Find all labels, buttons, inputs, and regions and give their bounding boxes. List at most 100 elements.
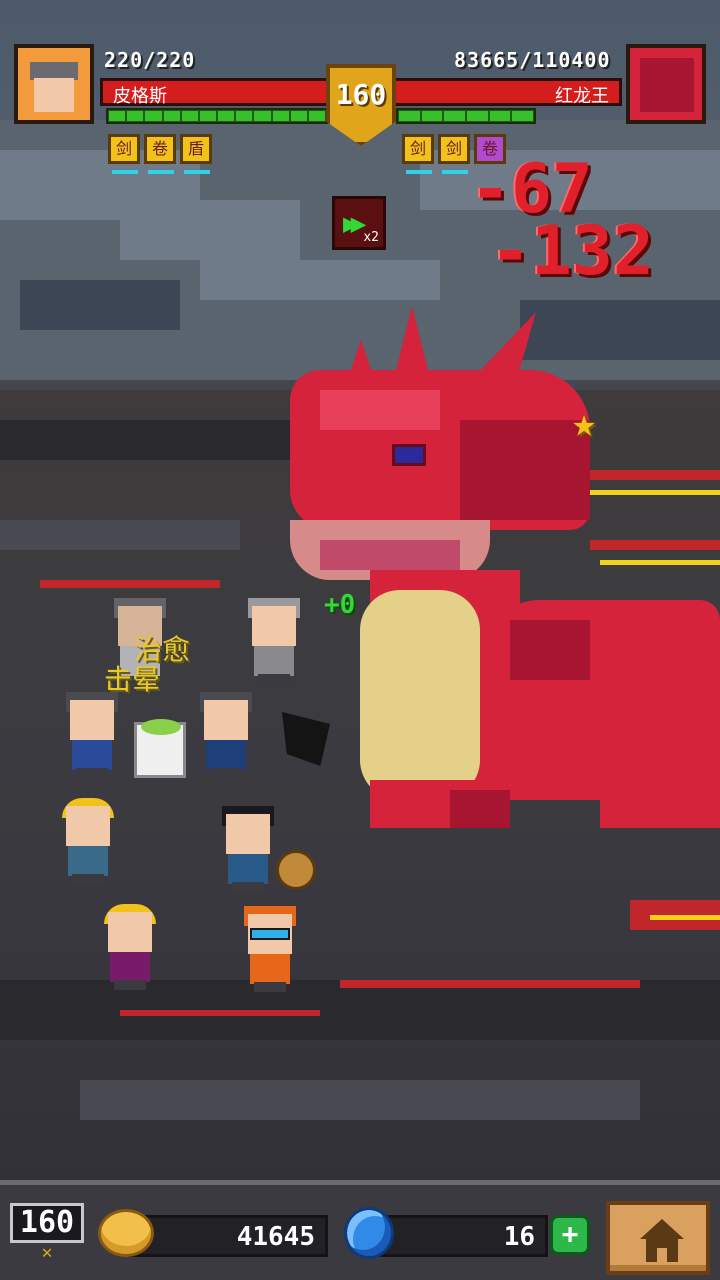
boss-name: 红龙王	[555, 86, 609, 107]
bucket-contents	[141, 719, 181, 735]
energy-segment	[290, 111, 307, 121]
dragon-head-highlight	[320, 390, 440, 430]
hero-armor	[254, 646, 294, 676]
damage-number: -132	[490, 212, 654, 291]
lava-streak	[650, 915, 720, 920]
hero-body	[228, 854, 268, 884]
coin-counter: 41645	[128, 1215, 328, 1257]
dragon-claw	[450, 790, 510, 828]
gold-coin-icon	[98, 1209, 154, 1257]
speed-toggle-button[interactable]: ▶▶ x2	[332, 196, 386, 250]
hero-knight[interactable]	[244, 596, 304, 686]
dragon-back-leg	[600, 760, 720, 828]
hero-goggles[interactable]	[240, 904, 300, 994]
energy-segment	[512, 111, 534, 121]
player-buff-sword-icon[interactable]: 剑	[108, 134, 140, 164]
crossed-swords-icon: ✕	[41, 1242, 53, 1263]
hero-legs	[114, 980, 146, 990]
buff-timer	[184, 170, 210, 174]
hero-miner-2[interactable]	[100, 902, 160, 992]
hero-face	[226, 814, 270, 854]
hero-face	[108, 912, 152, 952]
goggles-icon	[250, 928, 290, 940]
player-name: 皮格斯	[113, 86, 167, 107]
energy-segment	[218, 111, 235, 121]
energy-segment	[444, 111, 466, 121]
hero-worker-flag[interactable]	[196, 690, 256, 780]
hero-miner-1[interactable]	[58, 796, 118, 886]
dragon-cheek	[460, 420, 590, 520]
energy-segment	[127, 111, 144, 121]
dragon-belly	[360, 590, 480, 800]
dragon-body-shade	[510, 620, 590, 680]
bottom-bar: 160 ✕ 41645 16 +	[0, 1180, 720, 1280]
energy-segment	[421, 111, 443, 121]
hero-legs	[254, 982, 286, 992]
home-icon-door	[657, 1248, 667, 1262]
footer-level-badge: 160	[10, 1203, 84, 1243]
boss-buff-sword-icon[interactable]: 剑	[438, 134, 470, 164]
boss-buff-sword-icon[interactable]: 剑	[402, 134, 434, 164]
energy-segment	[181, 111, 198, 121]
home-icon	[640, 1219, 684, 1239]
lava-streak	[120, 1010, 320, 1016]
hero-jacket	[206, 740, 246, 770]
hero-body	[110, 952, 150, 982]
energy-segment	[308, 111, 326, 121]
hero-body	[68, 846, 108, 876]
add-gems-button[interactable]: +	[550, 1215, 590, 1255]
buff-timer	[442, 170, 468, 174]
avatar	[34, 78, 74, 112]
hero-body	[250, 954, 290, 984]
hero-legs	[232, 882, 264, 892]
player-level: 160	[335, 78, 387, 111]
boss-portrait[interactable]	[626, 44, 706, 124]
heal-number: +0	[324, 590, 356, 620]
hero-face	[66, 806, 110, 846]
energy-segment	[199, 111, 217, 121]
speed-multiplier: x2	[363, 230, 379, 245]
hero-face	[252, 606, 296, 646]
energy-segment	[254, 111, 271, 121]
gem-amount: 16	[503, 1222, 535, 1252]
player-buff-scroll-icon[interactable]: 卷	[144, 134, 176, 164]
coin-amount: 41645	[236, 1222, 315, 1252]
energy-segment	[145, 111, 162, 121]
home-button[interactable]	[606, 1201, 710, 1275]
boss-hp-text: 83665/110400	[454, 48, 611, 72]
player-hp-text: 220/220	[104, 48, 196, 72]
hero-legs	[72, 874, 104, 884]
hit-star-icon: ★	[572, 400, 597, 446]
blue-gem-icon	[344, 1207, 394, 1259]
energy-segment	[163, 111, 180, 121]
gem-counter: 16	[374, 1215, 548, 1257]
rock	[80, 1080, 640, 1120]
hero-worker-racket[interactable]	[218, 804, 278, 894]
stun-status-text: 击晕	[104, 663, 161, 696]
dragon-eye	[392, 444, 426, 466]
energy-segment	[236, 111, 253, 121]
energy-segment	[467, 111, 488, 121]
fast-forward-icon: ▶▶	[343, 209, 366, 239]
hero-legs	[76, 768, 108, 778]
energy-segment	[272, 111, 289, 121]
hero-legs	[210, 768, 242, 778]
hero-worker-pink[interactable]	[62, 690, 122, 780]
boss-hp-bar: 红龙王	[392, 78, 622, 107]
boss-energy-bar	[396, 108, 536, 124]
racket-icon	[276, 850, 316, 890]
player-portrait[interactable]	[14, 44, 94, 124]
player-energy-bar	[106, 108, 328, 124]
energy-segment	[399, 111, 420, 121]
player-hp-bar: 皮格斯	[100, 78, 330, 107]
dragon-tongue	[320, 540, 460, 570]
player-buff-shield-icon[interactable]: 盾	[180, 134, 212, 164]
hero-face	[204, 700, 248, 740]
hero-legs	[258, 674, 290, 684]
energy-segment	[109, 111, 126, 121]
buff-timer	[112, 170, 138, 174]
avatar	[640, 58, 694, 112]
hero-overalls	[72, 740, 112, 770]
buff-timer	[148, 170, 174, 174]
energy-segment	[489, 111, 511, 121]
